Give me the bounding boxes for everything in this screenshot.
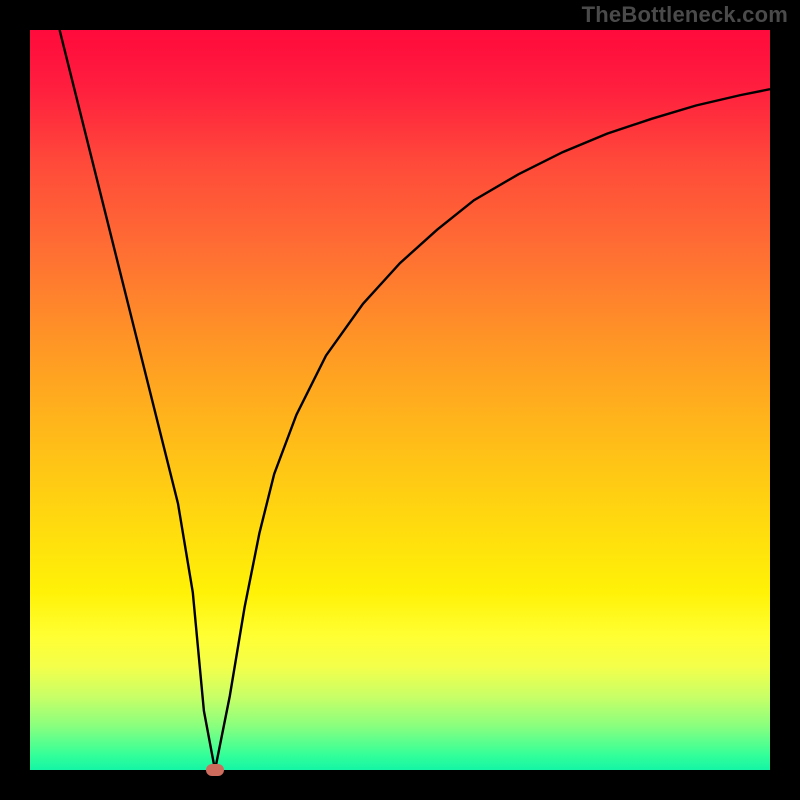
chart-frame: TheBottleneck.com [0,0,800,800]
watermark-text: TheBottleneck.com [582,2,788,28]
plot-area [30,30,770,770]
minimum-marker [206,764,224,776]
curve-path [60,30,770,770]
bottleneck-curve [30,30,770,770]
